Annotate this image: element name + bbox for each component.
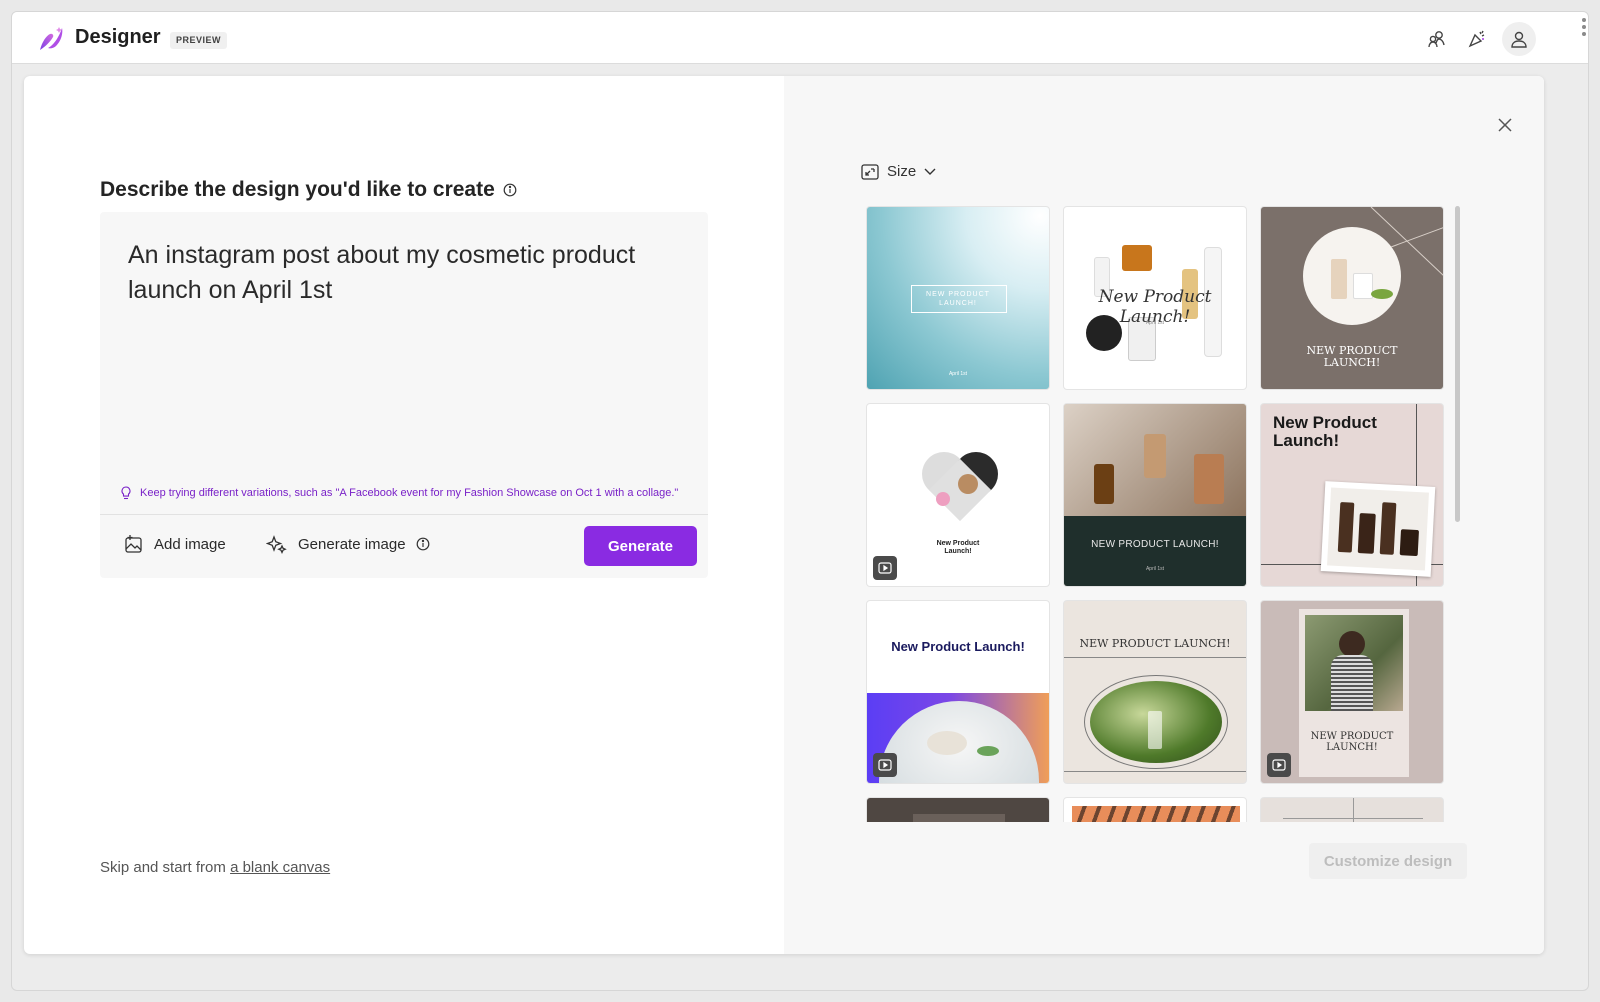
video-icon [1267, 753, 1291, 777]
customize-design-button[interactable]: Customize design [1309, 843, 1467, 879]
bottle-shape [1094, 464, 1114, 504]
skip-text: Skip and start from a blank canvas [100, 859, 330, 876]
prompt-tip: Keep trying different variations, such a… [120, 486, 678, 500]
design-card[interactable]: New Product Launch! [1260, 403, 1444, 587]
app-title: Designer [75, 26, 161, 48]
card-subtitle: April 1st [1145, 320, 1165, 326]
heart-image [922, 452, 1002, 522]
card-subtitle: April 1st [1145, 566, 1165, 572]
app-window: Designer PREVIEW Describe the design you… [11, 11, 1589, 991]
designer-logo-icon [40, 27, 63, 50]
design-card[interactable]: New Product Launch! [866, 403, 1050, 587]
prompt-box: An instagram post about my cosmetic prod… [100, 212, 708, 578]
size-dropdown[interactable]: Size [861, 163, 936, 180]
account-icon[interactable] [1502, 22, 1536, 56]
hand-shape [927, 731, 967, 755]
design-card[interactable]: NEW PRODUCT LAUNCH! [1260, 600, 1444, 784]
design-card[interactable]: NEW PRODUCT LAUNCH! [1260, 206, 1444, 390]
sparkle-icon [266, 535, 287, 554]
prompt-textarea[interactable]: An instagram post about my cosmetic prod… [128, 238, 688, 308]
chevron-down-icon [924, 168, 936, 175]
glass-shape [1148, 711, 1162, 749]
size-label: Size [887, 163, 917, 180]
design-card[interactable]: New Product Launch! April 1st [1063, 206, 1247, 390]
close-icon[interactable] [1496, 116, 1514, 134]
deco-line [1064, 771, 1246, 772]
generate-button[interactable]: Generate [584, 526, 697, 566]
person-body [1331, 655, 1373, 711]
design-card[interactable] [866, 797, 1050, 822]
tip-text: Keep trying different variations, such a… [140, 487, 679, 499]
preview-badge: PREVIEW [170, 32, 228, 49]
skip-prefix: Skip and start from [100, 859, 231, 876]
add-image-label: Add image [154, 535, 226, 553]
page-title-text: Describe the design you'd like to create [100, 178, 495, 201]
card-title: NEW PRODUCT LAUNCH! [1091, 539, 1219, 550]
card-placeholder [913, 814, 1005, 822]
card-placeholder [1072, 806, 1240, 822]
design-card[interactable] [1063, 797, 1247, 822]
info-icon[interactable] [503, 183, 517, 197]
whats-new-icon[interactable] [1462, 24, 1492, 54]
card-title: New Product Launch! [891, 639, 1025, 654]
design-card[interactable]: NEW PRODUCT LAUNCH! April 1st [866, 206, 1050, 390]
top-bar: Designer PREVIEW [12, 12, 1588, 64]
generate-image-button[interactable]: Generate image [266, 534, 430, 554]
bottle-shape [1122, 245, 1152, 271]
card-title: New Product Launch! [936, 540, 980, 555]
design-card[interactable]: NEW PRODUCT LAUNCH! April 1st [1063, 403, 1247, 587]
collaborate-icon[interactable] [1422, 24, 1452, 54]
bottle-shape [1194, 454, 1224, 504]
video-icon [873, 556, 897, 580]
divider [100, 514, 708, 515]
page-title: Describe the design you'd like to create [100, 178, 517, 202]
card-title: NEW PRODUCT LAUNCH! [1079, 637, 1231, 650]
generate-image-label: Generate image [298, 535, 406, 553]
video-icon [873, 753, 897, 777]
design-card[interactable]: NEW PRODUCT LAUNCH! [1063, 600, 1247, 784]
bottle-shape [1144, 434, 1166, 478]
add-image-button[interactable]: Add image [124, 534, 226, 554]
card-title: NEW PRODUCT LAUNCH! [1306, 344, 1398, 369]
lightbulb-icon [121, 486, 131, 500]
person-head [1339, 631, 1365, 657]
text-band [1064, 516, 1246, 586]
add-image-icon [125, 535, 142, 553]
design-card[interactable] [1260, 797, 1444, 822]
card-title: New Product Launch! [1273, 413, 1377, 450]
more-options-icon[interactable] [1582, 18, 1586, 42]
design-grid: NEW PRODUCT LAUNCH! April 1st New Produc… [866, 206, 1456, 822]
design-card[interactable]: New Product Launch! [866, 600, 1050, 784]
photo-frame [1320, 481, 1436, 577]
deco-line [1064, 657, 1246, 658]
card-title: NEW PRODUCT LAUNCH! [1310, 731, 1394, 753]
create-panel: Describe the design you'd like to create… [24, 76, 1544, 954]
card-subtitle: April 1st [948, 371, 968, 377]
card-title: NEW PRODUCT LAUNCH! [926, 291, 990, 307]
leaf-shape [977, 746, 999, 756]
resize-icon [861, 163, 879, 180]
deco-line [1283, 818, 1423, 819]
blank-canvas-link[interactable]: a blank canvas [230, 859, 330, 876]
info-icon[interactable] [416, 537, 430, 551]
grid-scrollbar[interactable] [1455, 206, 1460, 522]
